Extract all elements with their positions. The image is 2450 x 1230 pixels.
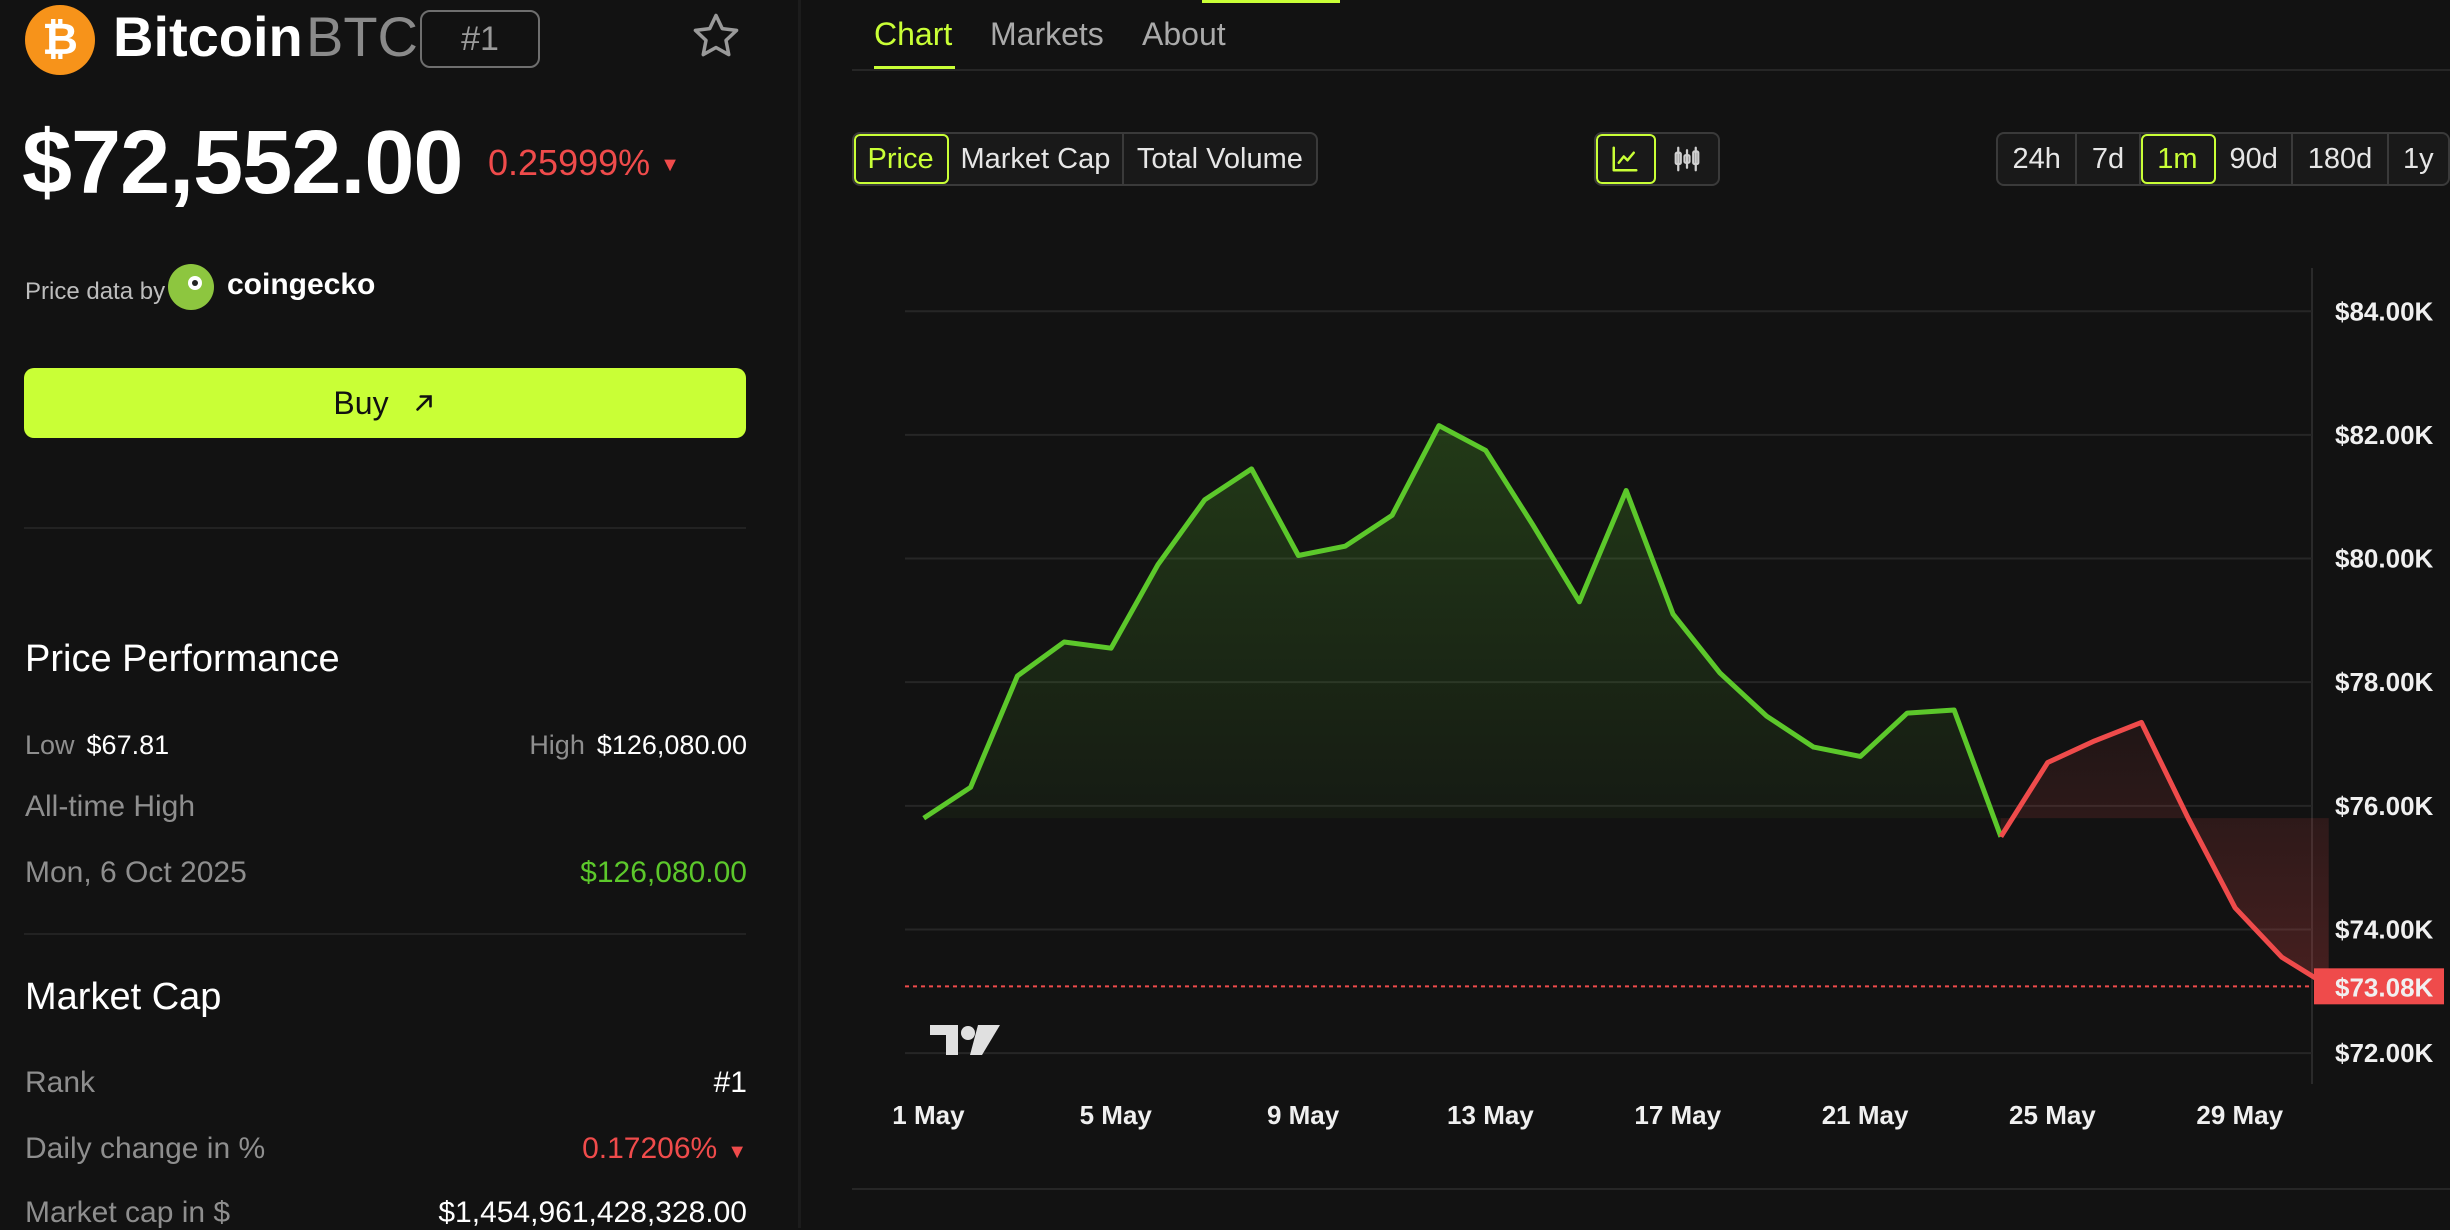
y-tick-label: $80.00K bbox=[2335, 544, 2434, 574]
area-above-baseline bbox=[924, 426, 2001, 837]
y-tick-label: $78.00K bbox=[2335, 667, 2434, 697]
chart-bottom-divider bbox=[852, 1188, 2450, 1190]
x-tick-label: 5 May bbox=[1080, 1100, 1153, 1130]
chart-area-fill bbox=[924, 426, 2329, 987]
y-axis-labels: $72.00K $74.00K $76.00K $78.00K $80.00K $82.0… bbox=[2335, 296, 2434, 1068]
x-tick-label: 17 May bbox=[1634, 1100, 1721, 1130]
tradingview-logo-icon bbox=[930, 1025, 1000, 1055]
price-chart[interactable]: $72.00K $74.00K $76.00K $78.00K $80.00K $82.0… bbox=[0, 0, 2450, 1228]
current-price-label: $73.08K bbox=[2335, 972, 2434, 1002]
y-tick-label: $76.00K bbox=[2335, 791, 2434, 821]
x-axis-labels: 1 May 5 May 9 May 13 May 17 May 21 May 25 May 2… bbox=[892, 1100, 2283, 1130]
x-tick-label: 29 May bbox=[2196, 1100, 2283, 1130]
current-price-marker: $73.08K bbox=[2314, 968, 2444, 1004]
y-tick-label: $74.00K bbox=[2335, 914, 2434, 944]
y-tick-label: $72.00K bbox=[2335, 1038, 2434, 1068]
x-tick-label: 25 May bbox=[2009, 1100, 2096, 1130]
y-tick-label: $84.00K bbox=[2335, 296, 2434, 326]
x-tick-label: 13 May bbox=[1447, 1100, 1534, 1130]
x-tick-label: 21 May bbox=[1822, 1100, 1909, 1130]
x-tick-label: 9 May bbox=[1267, 1100, 1340, 1130]
x-tick-label: 1 May bbox=[892, 1100, 965, 1130]
y-tick-label: $82.00K bbox=[2335, 420, 2434, 450]
